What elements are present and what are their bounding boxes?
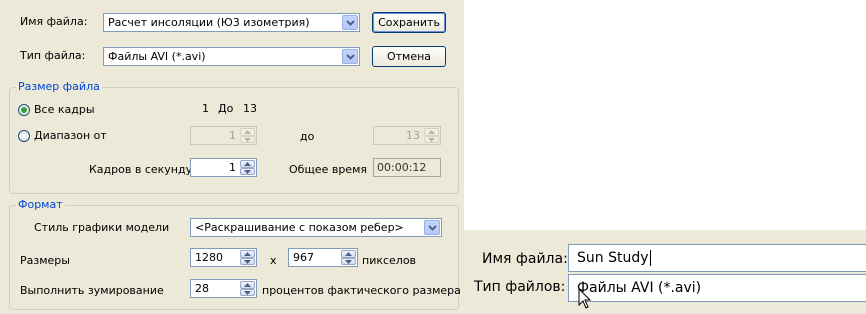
zoomed-file-name-label: Имя файла: (482, 251, 568, 267)
zoom-label: Выполнить зумирование (20, 284, 164, 297)
file-type-label: Тип файла: (20, 49, 86, 62)
model-style-dropdown-button[interactable] (424, 220, 440, 235)
cancel-button[interactable]: Отмена (372, 46, 446, 67)
dims-x-label: x (270, 254, 277, 267)
model-style-combo[interactable]: <Раскрашивание с показом ребер> (190, 218, 442, 237)
range-to-stepper[interactable]: 13 (373, 126, 441, 145)
file-type-combo[interactable]: Файлы AVI (*.avi) (103, 47, 360, 66)
range-to-spin-up[interactable] (424, 128, 439, 136)
zoom-suffix-label: процентов фактического размера (262, 284, 461, 297)
fps-spin-up[interactable] (240, 160, 255, 168)
width-stepper[interactable]: 1280 (190, 248, 257, 267)
spin-down-icon (244, 137, 251, 142)
spin-up-icon (244, 162, 251, 166)
range-to-label: до (300, 130, 315, 143)
range-from-spin-down[interactable] (240, 135, 255, 143)
height-stepper[interactable]: 967 (288, 248, 358, 267)
dimensions-label: Размеры (20, 254, 70, 267)
model-style-label: Стиль графики модели (34, 221, 170, 234)
zoom-spin-up[interactable] (240, 281, 255, 289)
range-from-stepper[interactable]: 1 (190, 126, 257, 145)
file-size-group-title: Размер файла (16, 80, 102, 94)
fps-spin-down[interactable] (240, 167, 255, 175)
range-radio[interactable] (18, 130, 30, 142)
file-name-dropdown-button[interactable] (342, 15, 358, 30)
chevron-down-icon (346, 54, 355, 60)
file-name-value: Расчет инсоляции (Ю3 изометрия) (108, 16, 310, 29)
height-spin-down[interactable] (341, 257, 356, 265)
spin-down-icon (345, 259, 352, 264)
mouse-cursor-icon (578, 288, 592, 309)
width-spin-down[interactable] (240, 257, 255, 265)
model-style-value: <Раскрашивание с показом ребер> (195, 221, 404, 234)
file-name-label: Имя файла: (20, 15, 88, 28)
spin-down-icon (244, 169, 251, 174)
all-frames-label[interactable]: Все кадры (34, 103, 95, 117)
spin-down-icon (244, 259, 251, 264)
zoomed-file-type-combo[interactable]: Файлы AVI (*.avi) (568, 274, 866, 302)
width-spin-up[interactable] (240, 250, 255, 258)
range-from-label[interactable]: Диапазон от (34, 129, 107, 143)
spin-up-icon (345, 252, 352, 256)
height-spin-up[interactable] (341, 250, 356, 258)
file-type-value: Файлы AVI (*.avi) (108, 50, 206, 63)
range-to-spin-down[interactable] (424, 135, 439, 143)
height-value: 967 (293, 251, 314, 264)
spin-up-icon (428, 130, 435, 134)
fps-label: Кадров в секунду (89, 163, 193, 176)
frames-start-value: 1 (202, 102, 209, 115)
range-to-value: 13 (406, 129, 420, 142)
zoom-spin-down[interactable] (240, 288, 255, 296)
save-button[interactable]: Сохранить (372, 12, 446, 33)
pixels-label: пикселов (362, 254, 417, 267)
zoomed-file-type-value: Файлы AVI (*.avi) (577, 280, 702, 296)
all-frames-radio[interactable] (18, 104, 30, 116)
range-from-spin-up[interactable] (240, 128, 255, 136)
file-name-combo[interactable]: Расчет инсоляции (Ю3 изометрия) (103, 13, 360, 32)
spin-down-icon (428, 137, 435, 142)
spin-down-icon (244, 290, 251, 295)
fps-value: 1 (229, 161, 236, 174)
zoomed-file-name-input[interactable]: Sun Study (568, 244, 866, 272)
fps-stepper[interactable]: 1 (190, 158, 257, 177)
zoomed-file-name-value: Sun Study (577, 250, 649, 266)
zoomed-file-type-label: Тип файлов: (474, 279, 566, 295)
format-group-title: Формат (16, 198, 65, 212)
spin-up-icon (244, 252, 251, 256)
frames-to-label: До (218, 102, 234, 115)
export-dialog: Имя файла: Расчет инсоляции (Ю3 изометри… (0, 0, 464, 314)
range-from-value: 1 (229, 129, 236, 142)
frames-end-value: 13 (243, 102, 257, 115)
spin-up-icon (244, 283, 251, 287)
spin-up-icon (244, 130, 251, 134)
zoomed-file-panel: Имя файла: Sun Study Тип файлов: Файлы A… (464, 230, 866, 314)
chevron-down-icon (428, 225, 437, 231)
total-time-label: Общее время (289, 163, 367, 176)
zoom-stepper[interactable]: 28 (190, 279, 257, 298)
width-value: 1280 (195, 251, 223, 264)
total-time-value: 00:00:12 (373, 158, 441, 177)
zoom-value: 28 (195, 282, 209, 295)
file-type-dropdown-button[interactable] (342, 49, 358, 64)
chevron-down-icon (346, 20, 355, 26)
